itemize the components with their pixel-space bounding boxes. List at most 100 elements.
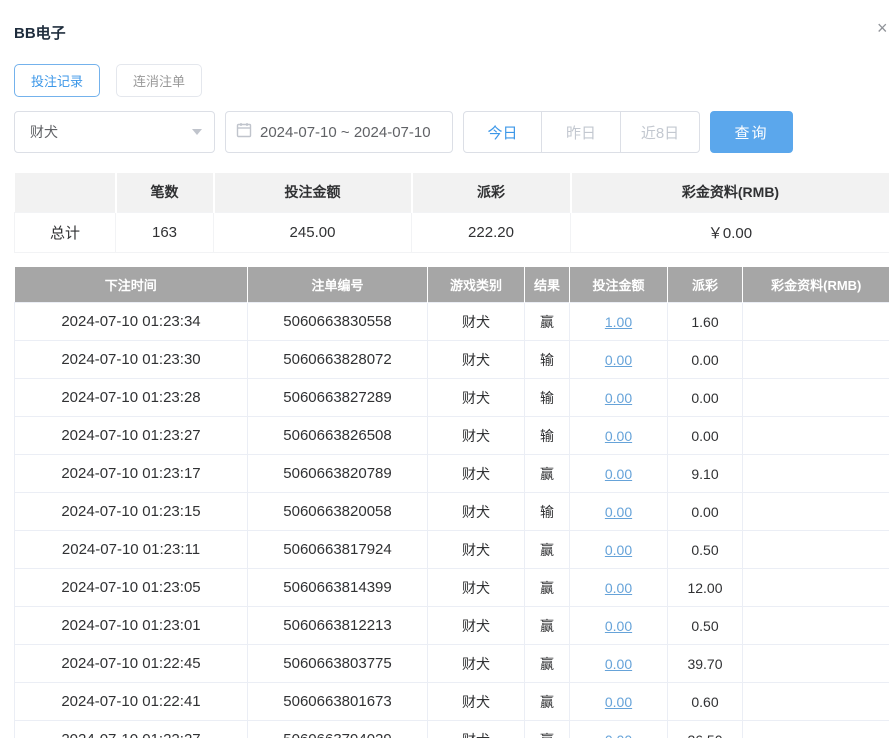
order-id-cell: 5060663830558 xyxy=(248,303,428,341)
summary-header-payout: 派彩 xyxy=(412,173,571,212)
records-header-row: 下注时间 注单编号 游戏类别 结果 投注金额 派彩 彩金资料(RMB) xyxy=(15,267,889,303)
order-id-cell: 5060663828072 xyxy=(248,341,428,379)
bet-time-cell: 2024-07-10 01:23:05 xyxy=(15,569,248,607)
bet-amount-cell: 0.00 xyxy=(570,721,668,738)
yesterday-button[interactable]: 昨日 xyxy=(542,111,621,153)
payout-cell: 0.00 xyxy=(668,493,743,531)
bet-time-cell: 2024-07-10 01:22:41 xyxy=(15,683,248,721)
game-type-cell: 财犬 xyxy=(428,721,525,738)
summary-header-count: 笔数 xyxy=(116,173,214,212)
bonus-cell xyxy=(743,341,889,379)
result-cell: 输 xyxy=(525,341,570,379)
table-row: 2024-07-10 01:23:285060663827289财犬输0.000… xyxy=(15,379,889,417)
bet-amount-cell: 0.00 xyxy=(570,645,668,683)
header-bonus: 彩金资料(RMB) xyxy=(743,267,889,303)
game-type-cell: 财犬 xyxy=(428,645,525,683)
tab-bet-records[interactable]: 投注记录 xyxy=(14,64,100,97)
result-cell: 赢 xyxy=(525,683,570,721)
table-row: 2024-07-10 01:23:275060663826508财犬输0.000… xyxy=(15,417,889,455)
game-type-cell: 财犬 xyxy=(428,683,525,721)
bonus-cell xyxy=(743,493,889,531)
payout-cell: 0.00 xyxy=(668,417,743,455)
result-cell: 赢 xyxy=(525,455,570,493)
bet-amount-link[interactable]: 0.00 xyxy=(605,656,632,672)
payout-cell: 36.50 xyxy=(668,721,743,738)
bet-amount-link[interactable]: 0.00 xyxy=(605,428,632,444)
quick-date-button-group: 今日 昨日 近8日 xyxy=(463,111,700,153)
order-id-cell: 5060663826508 xyxy=(248,417,428,455)
bonus-cell xyxy=(743,531,889,569)
bet-amount-link[interactable]: 1.00 xyxy=(605,314,632,330)
bonus-cell xyxy=(743,721,889,738)
bet-amount-link[interactable]: 0.00 xyxy=(605,504,632,520)
payout-cell: 0.60 xyxy=(668,683,743,721)
bonus-cell xyxy=(743,303,889,341)
bet-amount-link[interactable]: 0.00 xyxy=(605,732,632,738)
bonus-cell xyxy=(743,569,889,607)
summary-payout-value: 222.20 xyxy=(412,212,571,252)
order-id-cell: 5060663820058 xyxy=(248,493,428,531)
bet-amount-cell: 1.00 xyxy=(570,303,668,341)
table-row: 2024-07-10 01:22:455060663803775财犬赢0.003… xyxy=(15,645,889,683)
header-result: 结果 xyxy=(525,267,570,303)
tab-cancelled-orders[interactable]: 连消注单 xyxy=(116,64,202,97)
bet-amount-cell: 0.00 xyxy=(570,531,668,569)
bet-time-cell: 2024-07-10 01:23:01 xyxy=(15,607,248,645)
last8days-button[interactable]: 近8日 xyxy=(621,111,700,153)
bet-amount-cell: 0.00 xyxy=(570,341,668,379)
bonus-cell xyxy=(743,455,889,493)
payout-cell: 0.00 xyxy=(668,379,743,417)
bet-amount-link[interactable]: 0.00 xyxy=(605,580,632,596)
result-cell: 赢 xyxy=(525,531,570,569)
order-id-cell: 5060663814399 xyxy=(248,569,428,607)
order-id-cell: 5060663820789 xyxy=(248,455,428,493)
bet-amount-link[interactable]: 0.00 xyxy=(605,466,632,482)
summary-header-blank xyxy=(15,173,116,212)
game-type-cell: 财犬 xyxy=(428,379,525,417)
bet-time-cell: 2024-07-10 01:22:45 xyxy=(15,645,248,683)
bet-time-cell: 2024-07-10 01:23:11 xyxy=(15,531,248,569)
search-button[interactable]: 查询 xyxy=(710,111,793,153)
order-id-cell: 5060663801673 xyxy=(248,683,428,721)
game-type-cell: 财犬 xyxy=(428,531,525,569)
table-row: 2024-07-10 01:23:015060663812213财犬赢0.000… xyxy=(15,607,889,645)
table-row: 2024-07-10 01:23:305060663828072财犬输0.000… xyxy=(15,341,889,379)
summary-header-bet-amount: 投注金额 xyxy=(214,173,412,212)
header-bet-amount: 投注金额 xyxy=(570,267,668,303)
summary-count-value: 163 xyxy=(116,212,214,252)
result-cell: 赢 xyxy=(525,303,570,341)
bet-time-cell: 2024-07-10 01:23:30 xyxy=(15,341,248,379)
panel-header: BB电子 × xyxy=(14,22,889,44)
summary-table: 笔数 投注金额 派彩 彩金资料(RMB) 总计 163 245.00 222.2… xyxy=(14,173,889,253)
game-type-cell: 财犬 xyxy=(428,493,525,531)
summary-bet-amount-value: 245.00 xyxy=(214,212,412,252)
bet-amount-link[interactable]: 0.00 xyxy=(605,352,632,368)
game-type-cell: 财犬 xyxy=(428,569,525,607)
header-game-type: 游戏类别 xyxy=(428,267,525,303)
order-id-cell: 5060663794029 xyxy=(248,721,428,738)
today-button[interactable]: 今日 xyxy=(463,111,542,153)
header-order-id: 注单编号 xyxy=(248,267,428,303)
filter-bar: 财犬 2024-07-10 ~ 2024-07-10 今日 昨日 近8日 查询 xyxy=(14,111,889,153)
bet-amount-link[interactable]: 0.00 xyxy=(605,694,632,710)
result-cell: 赢 xyxy=(525,607,570,645)
bet-amount-link[interactable]: 0.00 xyxy=(605,542,632,558)
game-select[interactable]: 财犬 xyxy=(14,111,215,153)
game-type-cell: 财犬 xyxy=(428,417,525,455)
date-range-input[interactable]: 2024-07-10 ~ 2024-07-10 xyxy=(225,111,453,153)
result-cell: 输 xyxy=(525,493,570,531)
page-title: BB电子 xyxy=(14,22,889,43)
bonus-cell xyxy=(743,417,889,455)
bonus-cell xyxy=(743,379,889,417)
payout-cell: 39.70 xyxy=(668,645,743,683)
payout-cell: 12.00 xyxy=(668,569,743,607)
order-id-cell: 5060663803775 xyxy=(248,645,428,683)
bet-amount-link[interactable]: 0.00 xyxy=(605,390,632,406)
bet-time-cell: 2024-07-10 01:23:34 xyxy=(15,303,248,341)
bet-time-cell: 2024-07-10 01:23:17 xyxy=(15,455,248,493)
bet-amount-link[interactable]: 0.00 xyxy=(605,618,632,634)
bet-amount-cell: 0.00 xyxy=(570,569,668,607)
bet-amount-cell: 0.00 xyxy=(570,455,668,493)
tab-bar: 投注记录 连消注单 xyxy=(14,64,889,97)
close-icon[interactable]: × xyxy=(877,18,889,39)
